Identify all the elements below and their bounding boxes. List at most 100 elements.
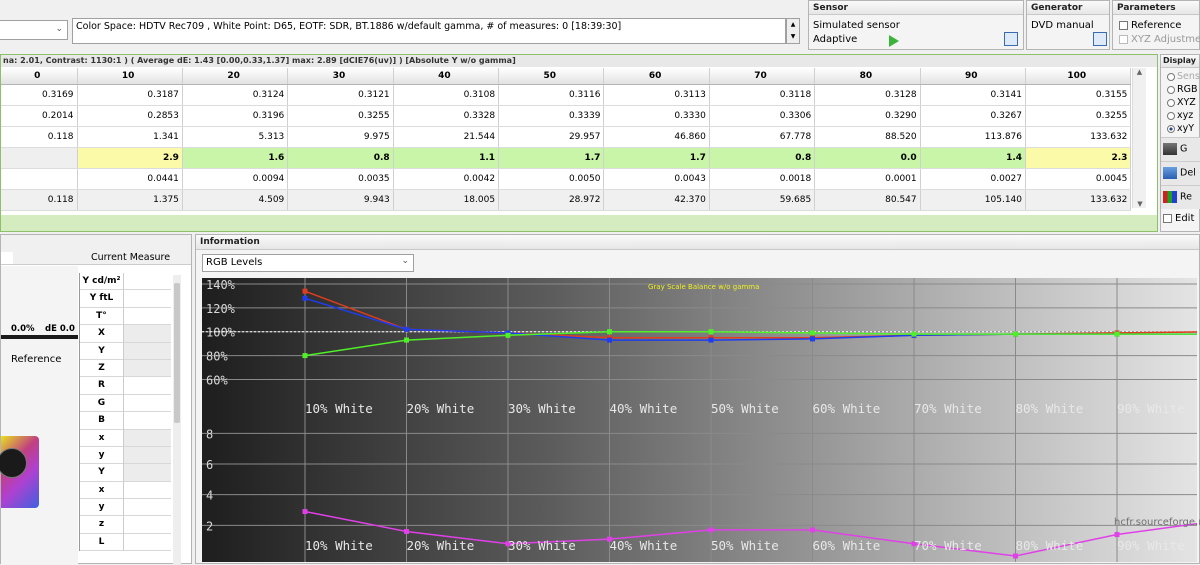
table-cell[interactable]: 0.3267 bbox=[920, 105, 1027, 127]
table-cell[interactable]: 0.3113 bbox=[603, 84, 710, 106]
table-cell[interactable]: 113.876 bbox=[920, 126, 1027, 148]
column-header[interactable]: 60 bbox=[603, 68, 710, 85]
table-cell[interactable]: 18.005 bbox=[393, 189, 500, 211]
table-cell[interactable]: 133.632 bbox=[1025, 126, 1132, 148]
table-cell[interactable]: 0.0094 bbox=[182, 168, 289, 190]
table-cell[interactable]: 2.9 bbox=[77, 147, 183, 169]
table-cell[interactable]: 0.2014 bbox=[1, 105, 78, 127]
display-option-rgb[interactable]: RGB bbox=[1167, 83, 1200, 96]
rgb-levels-dropdown[interactable]: RGB Levels ⌄ bbox=[202, 254, 414, 272]
column-header[interactable]: 100 bbox=[1025, 68, 1132, 85]
table-cell[interactable]: 0.118 bbox=[1, 126, 78, 148]
table-cell[interactable]: 0.3330 bbox=[603, 105, 710, 127]
table-cell[interactable]: 0.3339 bbox=[498, 105, 605, 127]
reference-checkbox[interactable]: Reference bbox=[1119, 20, 1181, 31]
table-cell[interactable]: 0.3328 bbox=[393, 105, 500, 127]
table-cell[interactable]: 105.140 bbox=[920, 189, 1027, 211]
sensor-config-icon[interactable] bbox=[1004, 32, 1018, 46]
table-cell[interactable]: 0.0042 bbox=[393, 168, 500, 190]
table-cell[interactable]: 9.943 bbox=[287, 189, 394, 211]
table-cell[interactable]: 0.0035 bbox=[287, 168, 394, 190]
table-cell[interactable]: 0.0018 bbox=[709, 168, 816, 190]
table-cell[interactable]: 0.8 bbox=[287, 147, 394, 169]
table-cell[interactable]: 1.4 bbox=[920, 147, 1027, 169]
table-cell[interactable]: 2.3 bbox=[1025, 147, 1132, 169]
table-cell[interactable]: 1.6 bbox=[182, 147, 289, 169]
table-cell[interactable]: 0.0027 bbox=[920, 168, 1027, 190]
table-cell[interactable]: 0.0043 bbox=[603, 168, 710, 190]
table-cell[interactable]: 59.685 bbox=[709, 189, 816, 211]
table-cell[interactable]: 0.3196 bbox=[182, 105, 289, 127]
display-option-xyz[interactable]: xyz bbox=[1167, 109, 1200, 122]
play-icon[interactable] bbox=[889, 35, 899, 47]
table-cell[interactable]: 0.0001 bbox=[814, 168, 921, 190]
display-option-sens[interactable]: Sens bbox=[1167, 70, 1200, 83]
table-scrollbar[interactable]: ▲ ▼ bbox=[1132, 68, 1146, 208]
table-cell[interactable]: 0.0 bbox=[814, 147, 921, 169]
table-cell[interactable]: 0.3108 bbox=[393, 84, 500, 106]
table-cell[interactable]: 0.3255 bbox=[287, 105, 394, 127]
table-cell[interactable]: 21.544 bbox=[393, 126, 500, 148]
table-cell[interactable]: 28.972 bbox=[498, 189, 605, 211]
table-cell[interactable]: 0.0441 bbox=[77, 168, 183, 190]
display-button-2[interactable]: Del bbox=[1161, 161, 1200, 185]
column-header[interactable]: 0 bbox=[1, 68, 78, 85]
display-option-xyz[interactable]: XYZ bbox=[1167, 96, 1200, 109]
scroll-down-icon[interactable]: ▼ bbox=[1133, 200, 1147, 208]
table-cell[interactable]: 0.0045 bbox=[1025, 168, 1132, 190]
display-button-3[interactable]: Re bbox=[1161, 185, 1200, 209]
info-scroll-spinner[interactable]: ▲ ▼ bbox=[786, 18, 800, 44]
table-cell[interactable] bbox=[1, 147, 78, 169]
table-cell[interactable]: 0.3118 bbox=[709, 84, 816, 106]
table-cell[interactable]: 0.3290 bbox=[814, 105, 921, 127]
table-cell[interactable]: 133.632 bbox=[1025, 189, 1132, 211]
table-cell[interactable]: 0.8 bbox=[709, 147, 816, 169]
table-cell[interactable]: 1.375 bbox=[77, 189, 183, 211]
table-cell[interactable]: 42.370 bbox=[603, 189, 710, 211]
column-header[interactable]: 10 bbox=[77, 68, 183, 85]
table-cell[interactable] bbox=[1, 168, 78, 190]
table-cell[interactable]: 0.3187 bbox=[77, 84, 183, 106]
column-header[interactable]: 70 bbox=[709, 68, 816, 85]
column-header[interactable]: 90 bbox=[920, 68, 1027, 85]
scroll-up-icon[interactable]: ▲ bbox=[1133, 68, 1146, 76]
display-button-1[interactable]: G bbox=[1161, 137, 1200, 161]
table-cell[interactable]: 80.547 bbox=[814, 189, 921, 211]
column-header[interactable]: 20 bbox=[182, 68, 289, 85]
table-cell[interactable]: 0.3141 bbox=[920, 84, 1027, 106]
table-cell[interactable]: 0.2853 bbox=[77, 105, 183, 127]
table-cell[interactable]: 67.778 bbox=[709, 126, 816, 148]
column-header[interactable]: 50 bbox=[498, 68, 605, 85]
table-cell[interactable]: 0.3306 bbox=[709, 105, 816, 127]
table-cell[interactable]: 0.3169 bbox=[1, 84, 78, 106]
table-cell[interactable]: 29.957 bbox=[498, 126, 605, 148]
table-cell[interactable]: 4.509 bbox=[182, 189, 289, 211]
table-cell[interactable]: 0.3116 bbox=[498, 84, 605, 106]
table-cell[interactable]: 5.313 bbox=[182, 126, 289, 148]
spin-down-icon[interactable]: ▼ bbox=[787, 31, 799, 43]
generator-config-icon[interactable] bbox=[1093, 32, 1107, 46]
table-cell[interactable]: 46.860 bbox=[603, 126, 710, 148]
column-header[interactable]: 80 bbox=[814, 68, 921, 85]
scroll-thumb[interactable] bbox=[174, 283, 180, 423]
measure-scrollbar[interactable] bbox=[173, 275, 181, 565]
edit-checkbox[interactable]: Edit bbox=[1163, 213, 1194, 224]
table-cell[interactable]: 0.3121 bbox=[287, 84, 394, 106]
table-cell[interactable]: 0.118 bbox=[1, 189, 78, 211]
table-cell[interactable]: 0.3124 bbox=[182, 84, 289, 106]
table-cell[interactable]: 0.3128 bbox=[814, 84, 921, 106]
table-cell[interactable]: 9.975 bbox=[287, 126, 394, 148]
display-option-xyy[interactable]: xyY bbox=[1167, 122, 1200, 135]
spin-up-icon[interactable]: ▲ bbox=[787, 19, 799, 31]
column-header[interactable]: 40 bbox=[393, 68, 500, 85]
column-header[interactable]: 30 bbox=[287, 68, 394, 85]
table-cell[interactable]: 88.520 bbox=[814, 126, 921, 148]
table-cell[interactable]: 1.341 bbox=[77, 126, 183, 148]
table-cell[interactable]: 0.0050 bbox=[498, 168, 605, 190]
table-cell[interactable]: 1.7 bbox=[603, 147, 710, 169]
table-cell[interactable]: 1.7 bbox=[498, 147, 605, 169]
view-combo[interactable]: ⌄ bbox=[0, 20, 68, 40]
table-cell[interactable]: 0.3155 bbox=[1025, 84, 1132, 106]
table-cell[interactable]: 1.1 bbox=[393, 147, 500, 169]
xyz-adjust-checkbox[interactable]: XYZ Adjustmen bbox=[1119, 34, 1200, 45]
